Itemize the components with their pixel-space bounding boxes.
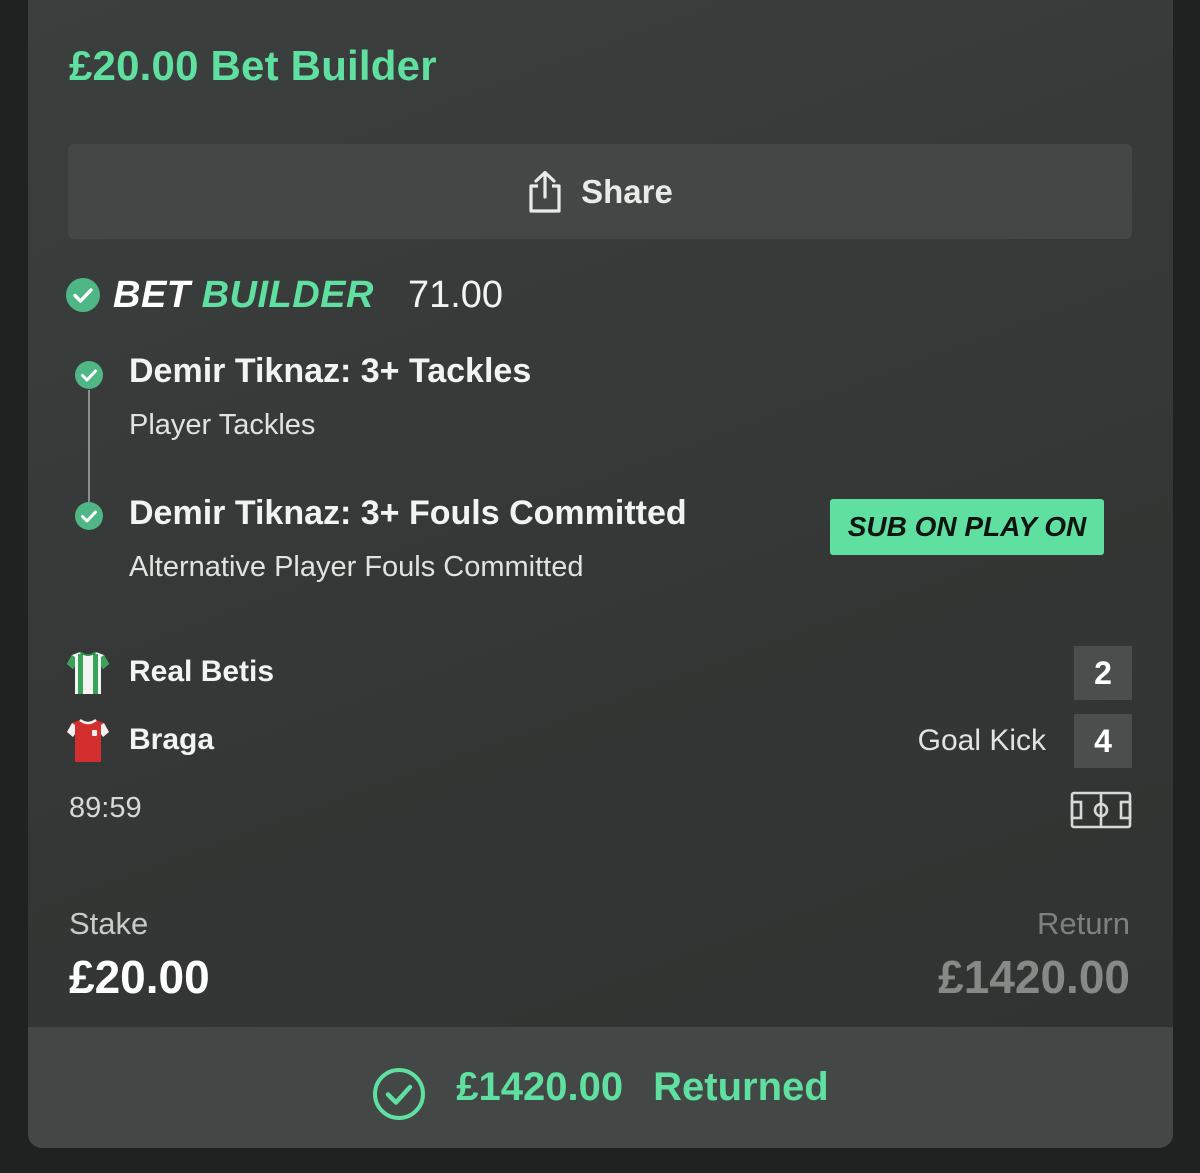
team-name-home: Real Betis	[129, 655, 275, 688]
green-white-striped-shirt-icon	[67, 651, 109, 694]
red-shirt-icon	[67, 718, 109, 762]
bet-title: £20.00 Bet Builder	[69, 42, 437, 89]
returned-footer: £1420.00 Returned	[28, 1027, 1173, 1148]
legs-connector-line	[88, 390, 90, 510]
bet-builder-logo: BET BUILDER	[113, 274, 374, 317]
return-label: Return	[1036, 906, 1130, 941]
team-row-away: Braga Goal Kick 4	[66, 714, 1132, 770]
score-away: 4	[1074, 714, 1132, 768]
pitch-icon[interactable]	[1070, 791, 1132, 829]
bet-odds: 71.00	[407, 273, 504, 316]
leg-market: Alternative Player Fouls Committed	[129, 551, 584, 583]
bet-card: £20.00 Bet Builder Share BET BUILDER 71.…	[28, 0, 1173, 1148]
return-value: £1420.00	[938, 951, 1130, 1003]
team-name-away: Braga	[129, 723, 215, 756]
share-icon	[527, 170, 563, 214]
leg-title: Demir Tiknaz: 3+ Tackles	[129, 352, 532, 390]
check-circle-outline-icon	[372, 1067, 426, 1121]
returned-status: Returned	[653, 1065, 829, 1109]
returned-amount: £1420.00	[456, 1065, 624, 1109]
bet-builder-logo-part1: BET	[113, 273, 191, 316]
bet-builder-header: BET BUILDER 71.00	[65, 268, 503, 322]
match-clock: 89:59	[69, 792, 142, 824]
leg-market: Player Tackles	[129, 409, 316, 441]
share-button[interactable]: Share	[68, 144, 1132, 239]
leg-title: Demir Tiknaz: 3+ Fouls Committed	[129, 494, 687, 532]
bet-builder-logo-part2: BUILDER	[201, 273, 374, 316]
match-event: Goal Kick	[917, 724, 1046, 757]
team-row-home: Real Betis 2	[66, 646, 1132, 702]
sub-on-play-on-badge: SUB ON PLAY ON	[830, 499, 1104, 555]
stake-value: £20.00	[69, 951, 210, 1003]
leg-check-icon	[74, 501, 104, 531]
stake-label: Stake	[69, 906, 149, 941]
leg-check-icon	[74, 360, 104, 390]
share-label: Share	[581, 172, 673, 210]
score-home: 2	[1074, 646, 1132, 700]
check-circle-icon	[65, 277, 101, 313]
